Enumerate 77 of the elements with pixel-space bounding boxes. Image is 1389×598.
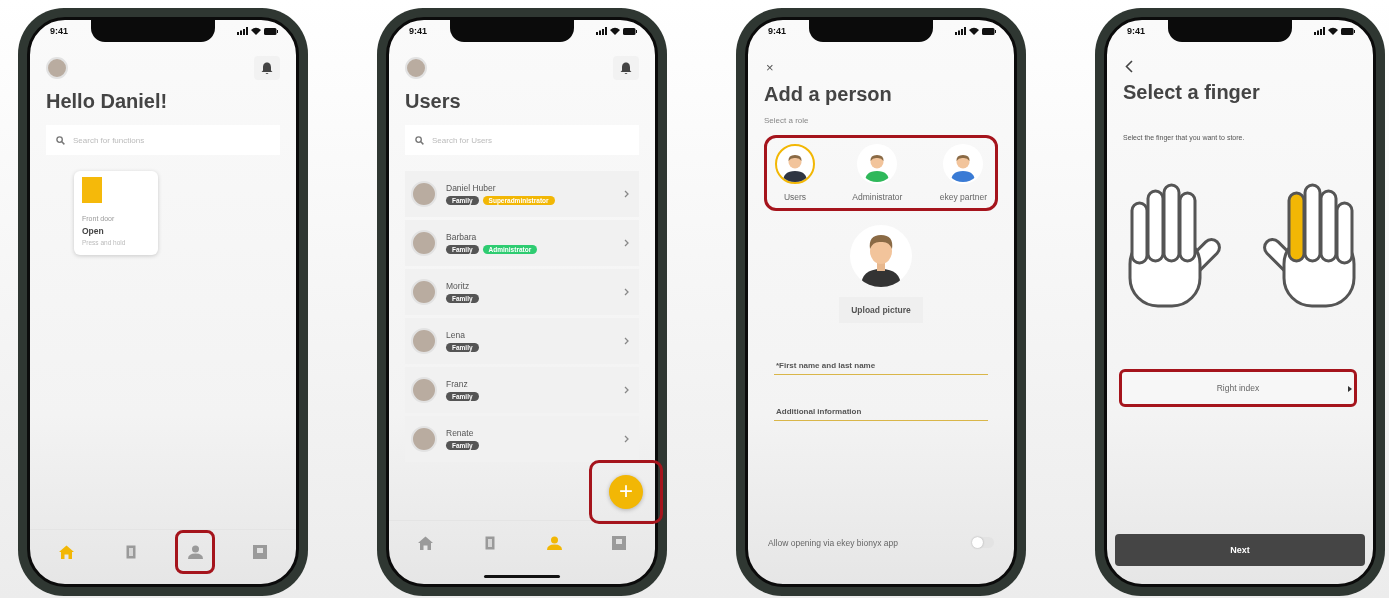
avatar-placeholder — [411, 230, 437, 256]
toggle-label: Allow opening via ekey bionyx app — [768, 537, 898, 548]
next-button[interactable]: Next — [1115, 534, 1365, 566]
door-icon — [484, 536, 495, 550]
user-name: Franz — [446, 379, 469, 389]
notification-button[interactable] — [613, 56, 639, 80]
search-icon — [415, 136, 424, 145]
search-field[interactable]: Search for functions — [46, 125, 280, 155]
role-label: Administrator — [852, 192, 903, 202]
back-icon[interactable] — [1125, 60, 1133, 73]
avatar-placeholder — [411, 279, 437, 305]
screen-title: Users — [405, 90, 462, 113]
signal-icon — [955, 27, 966, 35]
close-button[interactable]: × — [766, 60, 774, 75]
screen-title: Select a finger — [1123, 81, 1261, 104]
battery-icon — [982, 27, 996, 35]
user-name: Moritz — [446, 281, 471, 291]
signal-icon — [1314, 27, 1325, 35]
wifi-icon — [1328, 27, 1338, 35]
battery-icon — [264, 27, 278, 35]
door-icon — [82, 177, 102, 203]
box-icon — [252, 545, 267, 559]
door-icon — [125, 545, 136, 559]
text-field[interactable]: Additional information — [774, 403, 988, 421]
battery-icon — [1341, 27, 1355, 35]
avatar-placeholder[interactable] — [405, 57, 427, 79]
bell-icon — [620, 61, 632, 75]
role-option[interactable]: ekey partner — [939, 144, 987, 202]
home-icon — [58, 545, 74, 559]
signal-icon — [237, 27, 248, 35]
upload-picture-button[interactable]: Upload picture — [839, 297, 923, 323]
role-prompt: Select a role — [764, 116, 810, 125]
role-option[interactable]: Users — [775, 144, 815, 202]
avatar-placeholder[interactable] — [46, 57, 68, 79]
user-name: Lena — [446, 330, 466, 340]
user-name: Daniel Huber — [446, 183, 497, 193]
status-time: 9:41 — [50, 26, 68, 36]
tile-action: Open — [82, 226, 105, 236]
screen-title: Hello Daniel! — [46, 90, 169, 113]
finger-select[interactable]: Right index — [1119, 369, 1357, 407]
avatar-placeholder — [411, 181, 437, 207]
chevron-icon — [624, 239, 629, 247]
chevron-icon — [624, 435, 629, 443]
text-field[interactable]: *First name and last name — [774, 357, 988, 375]
wifi-icon — [969, 27, 979, 35]
role-option[interactable]: Administrator — [852, 144, 903, 202]
wifi-icon — [251, 27, 261, 35]
avatar-placeholder — [411, 328, 437, 354]
user-name: Barbara — [446, 232, 478, 242]
role-label: Users — [783, 192, 807, 202]
avatar-placeholder — [411, 377, 437, 403]
chevron-icon — [624, 190, 629, 198]
avatar-placeholder — [411, 426, 437, 452]
bell-icon — [261, 61, 273, 75]
role-label: ekey partner — [939, 192, 987, 202]
screen-title: Add a person — [764, 83, 893, 106]
battery-icon — [623, 27, 637, 35]
notification-button[interactable] — [254, 56, 280, 80]
box-icon — [611, 536, 626, 550]
user-name: Renate — [446, 428, 475, 438]
nav-tab[interactable] — [175, 530, 216, 574]
chevron-icon — [624, 337, 629, 345]
chevron-icon — [624, 386, 629, 394]
finger-value: Right index — [1216, 383, 1260, 393]
status-time: 9:41 — [768, 26, 786, 36]
wifi-icon — [610, 27, 620, 35]
chevron-icon — [624, 288, 629, 296]
status-time: 9:41 — [1127, 26, 1145, 36]
signal-icon — [596, 27, 607, 35]
home-icon — [417, 536, 433, 550]
toggle-switch[interactable] — [972, 537, 994, 548]
person-icon — [187, 545, 203, 559]
person-icon — [546, 536, 562, 550]
search-field[interactable]: Search for Users — [405, 125, 639, 155]
search-icon — [56, 136, 65, 145]
status-time: 9:41 — [409, 26, 427, 36]
arrow-icon — [1348, 386, 1352, 392]
